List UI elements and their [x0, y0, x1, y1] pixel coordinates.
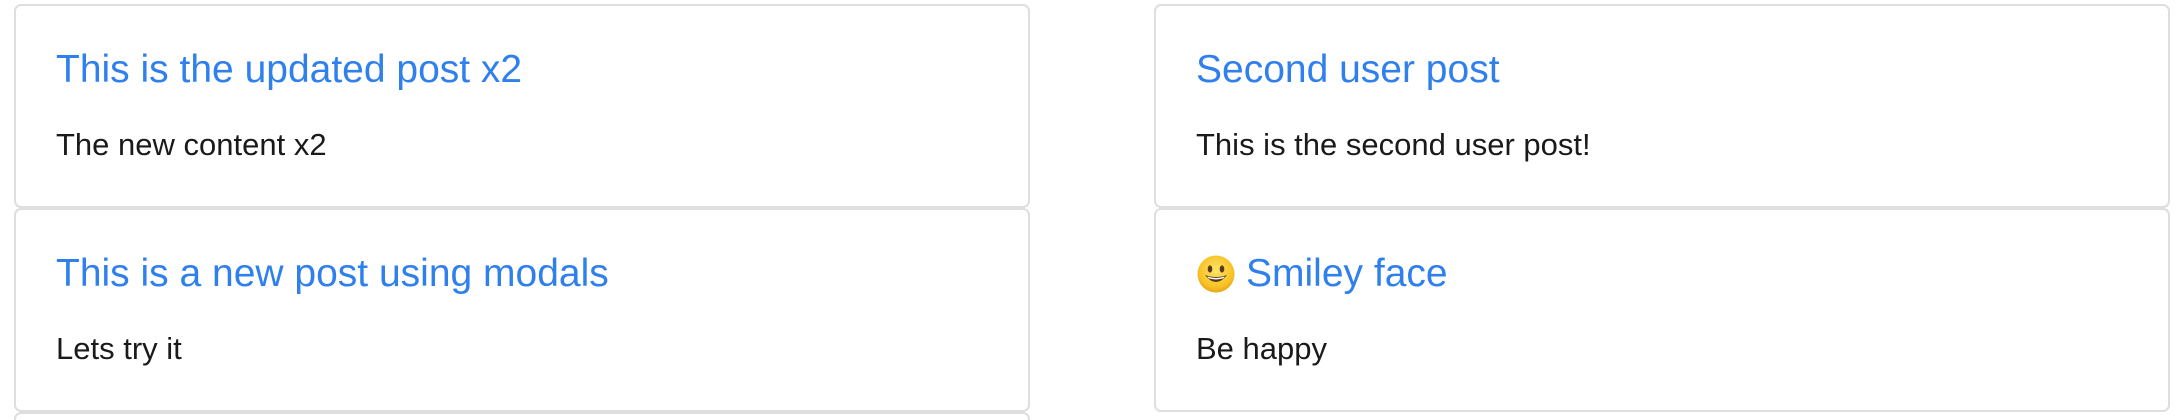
post-card: Second user post This is the second user…: [1154, 4, 2170, 208]
posts-page: This is the updated post x2 The new cont…: [0, 0, 2182, 420]
post-card: This is the updated post x2 The new cont…: [14, 4, 1030, 208]
post-title-link[interactable]: This is a new post using modals: [56, 252, 609, 296]
post-card-partial-bottom: [14, 412, 1030, 420]
post-title-link[interactable]: This is the updated post x2: [56, 48, 522, 92]
post-content: Be happy: [1196, 331, 1327, 366]
post-title-text: Smiley face: [1246, 252, 1448, 295]
post-title-link[interactable]: Second user post: [1196, 48, 1500, 92]
post-title-link[interactable]: Smiley face: [1196, 252, 1448, 296]
post-card: Smiley face Be happy: [1154, 208, 2170, 412]
post-content: This is the second user post!: [1196, 127, 1591, 162]
post-content: Lets try it: [56, 331, 182, 366]
smiley-face-icon: [1196, 254, 1236, 294]
post-content: The new content x2: [56, 127, 327, 162]
post-card: This is a new post using modals Lets try…: [14, 208, 1030, 412]
